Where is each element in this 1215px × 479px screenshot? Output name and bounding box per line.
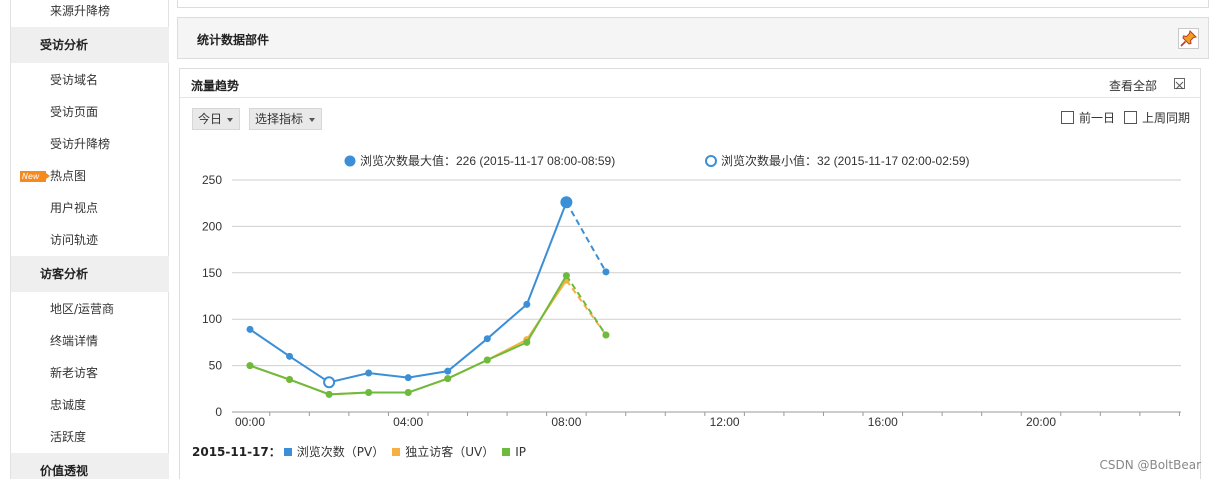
sidebar-item-user-viewpoint[interactable]: 用户视点 <box>11 192 169 224</box>
x-tick-label: 12:00 <box>710 415 740 429</box>
legend-label-uv[interactable]: 独立访客（UV） <box>405 445 494 459</box>
traffic-trend-chart: 浏览次数最大值：226 (2015-11-17 08:00-08:59) 浏览次… <box>202 153 1181 429</box>
data-point[interactable] <box>246 325 254 333</box>
y-tick-label: 150 <box>202 266 222 280</box>
sidebar-group-visited-analysis[interactable]: 受访分析 <box>11 27 169 63</box>
max-note: 浏览次数最大值：226 (2015-11-17 08:00-08:59) <box>360 153 615 168</box>
previous-panel-edge <box>177 0 1209 8</box>
traffic-trend-panel: 流量趋势 查看全部 今日 选择指标 前一日 上周同期 浏览次数最大值：226 (… <box>179 68 1201 479</box>
data-point[interactable] <box>444 367 452 375</box>
data-point[interactable] <box>286 376 294 384</box>
sidebar-item-heatmap[interactable]: New 热点图 <box>11 160 169 192</box>
x-tick-label: 04:00 <box>393 415 423 429</box>
series-line <box>249 201 568 384</box>
data-point[interactable] <box>365 369 373 377</box>
watermark: CSDN @BoltBear <box>1099 458 1201 472</box>
data-point[interactable] <box>483 335 491 343</box>
sidebar-nav: 来源升降榜 受访分析 受访域名 受访页面 受访升降榜 New 热点图 用户视点 … <box>10 0 169 479</box>
x-tick-label: 20:00 <box>1026 415 1056 429</box>
y-tick-label: 0 <box>215 405 222 419</box>
x-tick-label: 16:00 <box>868 415 898 429</box>
x-tick-label: 08:00 <box>551 415 581 429</box>
max-marker-icon <box>344 155 356 167</box>
sidebar-item-activity[interactable]: 活跃度 <box>11 421 169 453</box>
sidebar-item-visited-domain[interactable]: 受访域名 <box>11 64 169 96</box>
series-line-dashed <box>565 275 607 336</box>
sidebar-group-value-insight[interactable]: 价值透视 <box>11 453 169 479</box>
data-point[interactable] <box>523 300 531 308</box>
sidebar-group-visitor-analysis[interactable]: 访客分析 <box>11 256 169 292</box>
y-tick-label: 100 <box>202 312 222 326</box>
max-point[interactable] <box>560 196 573 209</box>
legend-label-ip[interactable]: IP <box>515 445 526 459</box>
y-tick-label: 200 <box>202 219 222 233</box>
sidebar-item-terminal-detail[interactable]: 终端详情 <box>11 325 169 357</box>
data-point[interactable] <box>246 362 254 370</box>
new-badge: New <box>20 171 50 182</box>
sidebar-item-label: 热点图 <box>50 169 87 183</box>
min-note: 浏览次数最小值：32 (2015-11-17 02:00-02:59) <box>721 153 970 168</box>
data-point[interactable] <box>286 352 294 360</box>
min-point[interactable] <box>323 376 336 389</box>
y-tick-label: 50 <box>209 359 223 373</box>
y-tick-label: 250 <box>202 173 222 187</box>
series-line-dashed <box>565 201 607 273</box>
data-point[interactable] <box>404 374 412 382</box>
sidebar-item-region-isp[interactable]: 地区/运营商 <box>11 293 169 325</box>
data-point[interactable] <box>483 356 491 364</box>
sidebar-item-loyalty[interactable]: 忠诚度 <box>11 389 169 421</box>
data-point[interactable] <box>365 389 373 397</box>
data-point[interactable] <box>325 390 333 398</box>
data-point[interactable] <box>602 331 610 339</box>
legend-date: 2015-11-17： <box>192 445 281 459</box>
legend-swatch-uv <box>392 448 401 456</box>
data-point[interactable] <box>602 268 610 276</box>
data-point[interactable] <box>562 272 570 280</box>
legend-swatch-ip <box>502 448 511 456</box>
data-point[interactable] <box>523 338 531 346</box>
chart-legend: 2015-11-17： 浏览次数（PV） 独立访客（UV） IP <box>192 444 526 460</box>
sidebar-item-visited-page[interactable]: 受访页面 <box>11 96 169 128</box>
min-marker-icon <box>705 155 717 167</box>
pin-icon <box>1180 29 1198 47</box>
data-point[interactable] <box>444 375 452 383</box>
sidebar-item-source-rank[interactable]: 来源升降榜 <box>11 0 169 27</box>
data-point[interactable] <box>404 389 412 397</box>
sidebar-item-visited-rank[interactable]: 受访升降榜 <box>11 128 169 160</box>
widget-bar: 统计数据部件 <box>177 17 1209 59</box>
sidebar-item-new-old-visitors[interactable]: 新老访客 <box>11 357 169 389</box>
legend-label-pv[interactable]: 浏览次数（PV） <box>297 445 384 459</box>
pin-button[interactable] <box>1178 28 1199 49</box>
widget-bar-title: 统计数据部件 <box>197 33 270 47</box>
legend-swatch-pv <box>283 448 292 456</box>
sidebar-item-visit-track[interactable]: 访问轨迹 <box>11 224 169 256</box>
x-tick-label: 00:00 <box>235 415 265 429</box>
